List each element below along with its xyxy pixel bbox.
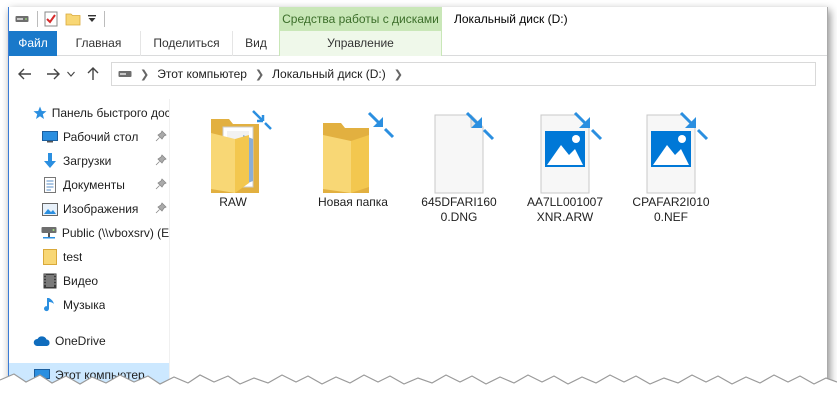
sidebar-item-pictures[interactable]: Изображения — [9, 197, 169, 221]
image-file-icon — [523, 105, 607, 195]
file-item-arw[interactable]: AA7LL001007XNR.ARW — [523, 105, 607, 245]
sidebar-item-label: Загрузки — [63, 154, 112, 168]
sidebar-item-music[interactable]: Музыка — [9, 293, 169, 317]
navigation-bar: ❯ Этот компьютер ❯ Локальный диск (D:) ❯ — [9, 57, 827, 91]
pictures-icon — [41, 200, 59, 218]
title-bar: Средства работы с дисками Локальный диск… — [9, 7, 827, 31]
generic-file-icon — [417, 105, 501, 195]
download-arrow-icon — [41, 152, 59, 170]
breadcrumb-this-pc[interactable]: Этот компьютер — [157, 67, 247, 81]
sidebar-item-label: test — [63, 250, 83, 264]
sidebar-item-label: Рабочий стол — [63, 130, 139, 144]
sidebar-item-label: Панель быстрого доступа — [51, 106, 169, 120]
file-list: RAW Новая папка 645DFARI1600.DNG AA7LL00… — [177, 99, 817, 393]
file-name: AA7LL001007XNR.ARW — [526, 195, 604, 224]
sidebar-item-label: Документы — [63, 178, 125, 192]
folder-icon — [311, 105, 395, 195]
context-group-title: Средства работы с дисками — [279, 7, 442, 31]
sync-arrows-icon — [573, 111, 603, 141]
image-file-icon — [629, 105, 713, 195]
tab-view[interactable]: Вид — [232, 31, 279, 56]
tab-file[interactable]: Файл — [9, 31, 57, 56]
sidebar-item-label: Видео — [63, 274, 99, 288]
file-name: Новая папка — [318, 195, 388, 209]
file-name: RAW — [219, 195, 247, 209]
up-arrow-icon[interactable] — [81, 62, 105, 86]
sidebar-item-label: OneDrive — [55, 334, 106, 348]
file-item-raw[interactable]: RAW — [191, 105, 275, 245]
sidebar-item-public-share[interactable]: Public (\\vboxsrv) (E:) — [9, 221, 169, 245]
qat-separator — [37, 11, 38, 27]
sidebar-item-label: Public (\\vboxsrv) (E:) — [61, 226, 169, 240]
quick-access-toolbar — [9, 10, 105, 28]
pin-icon[interactable] — [155, 178, 167, 190]
ribbon-tabs: Файл Главная Поделиться Вид Управление — [9, 31, 827, 56]
sync-arrows-icon — [465, 111, 495, 141]
chevron-right-icon[interactable]: ❯ — [255, 68, 264, 81]
breadcrumb-local-disk[interactable]: Локальный диск (D:) — [272, 67, 386, 81]
sidebar-item-label: Музыка — [63, 298, 106, 312]
file-item-nef[interactable]: CPAFAR2I0100.NEF — [629, 105, 713, 245]
drive-icon[interactable] — [13, 10, 31, 28]
cloud-icon — [33, 332, 51, 350]
sync-arrows-icon — [679, 111, 709, 141]
back-arrow-icon[interactable] — [13, 62, 37, 86]
desktop-icon — [41, 128, 59, 146]
properties-check-icon[interactable] — [42, 10, 60, 28]
tab-share[interactable]: Поделиться — [140, 31, 232, 56]
tab-home[interactable]: Главная — [57, 31, 140, 56]
chevron-right-icon[interactable]: ❯ — [394, 68, 403, 81]
customize-dropdown-icon[interactable] — [86, 10, 98, 28]
torn-edge — [0, 373, 837, 402]
sync-arrows-icon — [367, 111, 395, 139]
sidebar-item-desktop[interactable]: Рабочий стол — [9, 125, 169, 149]
sidebar-item-downloads[interactable]: Загрузки — [9, 149, 169, 173]
chevron-right-icon[interactable]: ❯ — [140, 68, 149, 81]
network-drive-icon — [41, 224, 58, 242]
window-title: Локальный диск (D:) — [454, 12, 568, 26]
file-name: CPAFAR2I0100.NEF — [632, 195, 710, 224]
sidebar-item-onedrive[interactable]: OneDrive — [9, 329, 169, 353]
sidebar-item-documents[interactable]: Документы — [9, 173, 169, 197]
pane-divider[interactable] — [169, 99, 170, 393]
explorer-window: Средства работы с дисками Локальный диск… — [8, 7, 828, 393]
pin-icon[interactable] — [155, 130, 167, 142]
tab-manage[interactable]: Управление — [279, 31, 442, 56]
new-folder-icon[interactable] — [64, 10, 82, 28]
pin-icon[interactable] — [155, 154, 167, 166]
music-icon — [41, 296, 59, 314]
star-icon — [33, 104, 48, 122]
folder-icon — [41, 248, 59, 266]
file-item-new-folder[interactable]: Новая папка — [311, 105, 395, 245]
sidebar-item-label: Изображения — [63, 202, 139, 216]
navigation-pane: Панель быстрого доступа Рабочий стол Заг… — [9, 99, 169, 393]
sidebar-item-video[interactable]: Видео — [9, 269, 169, 293]
sidebar-item-quick-access[interactable]: Панель быстрого доступа — [9, 101, 169, 125]
pin-icon[interactable] — [155, 202, 167, 214]
file-name: 645DFARI1600.DNG — [421, 195, 497, 224]
documents-icon — [41, 176, 59, 194]
forward-arrow-icon[interactable] — [41, 62, 65, 86]
video-icon — [41, 272, 59, 290]
recent-dropdown-icon[interactable] — [65, 62, 77, 86]
qat-separator — [104, 11, 105, 27]
address-bar[interactable]: ❯ Этот компьютер ❯ Локальный диск (D:) ❯ — [111, 62, 816, 86]
sidebar-item-test[interactable]: test — [9, 245, 169, 269]
file-item-dng[interactable]: 645DFARI1600.DNG — [417, 105, 501, 245]
address-drive-icon — [118, 69, 132, 79]
sync-arrows-icon — [252, 110, 272, 130]
folder-with-files-icon — [191, 105, 275, 195]
